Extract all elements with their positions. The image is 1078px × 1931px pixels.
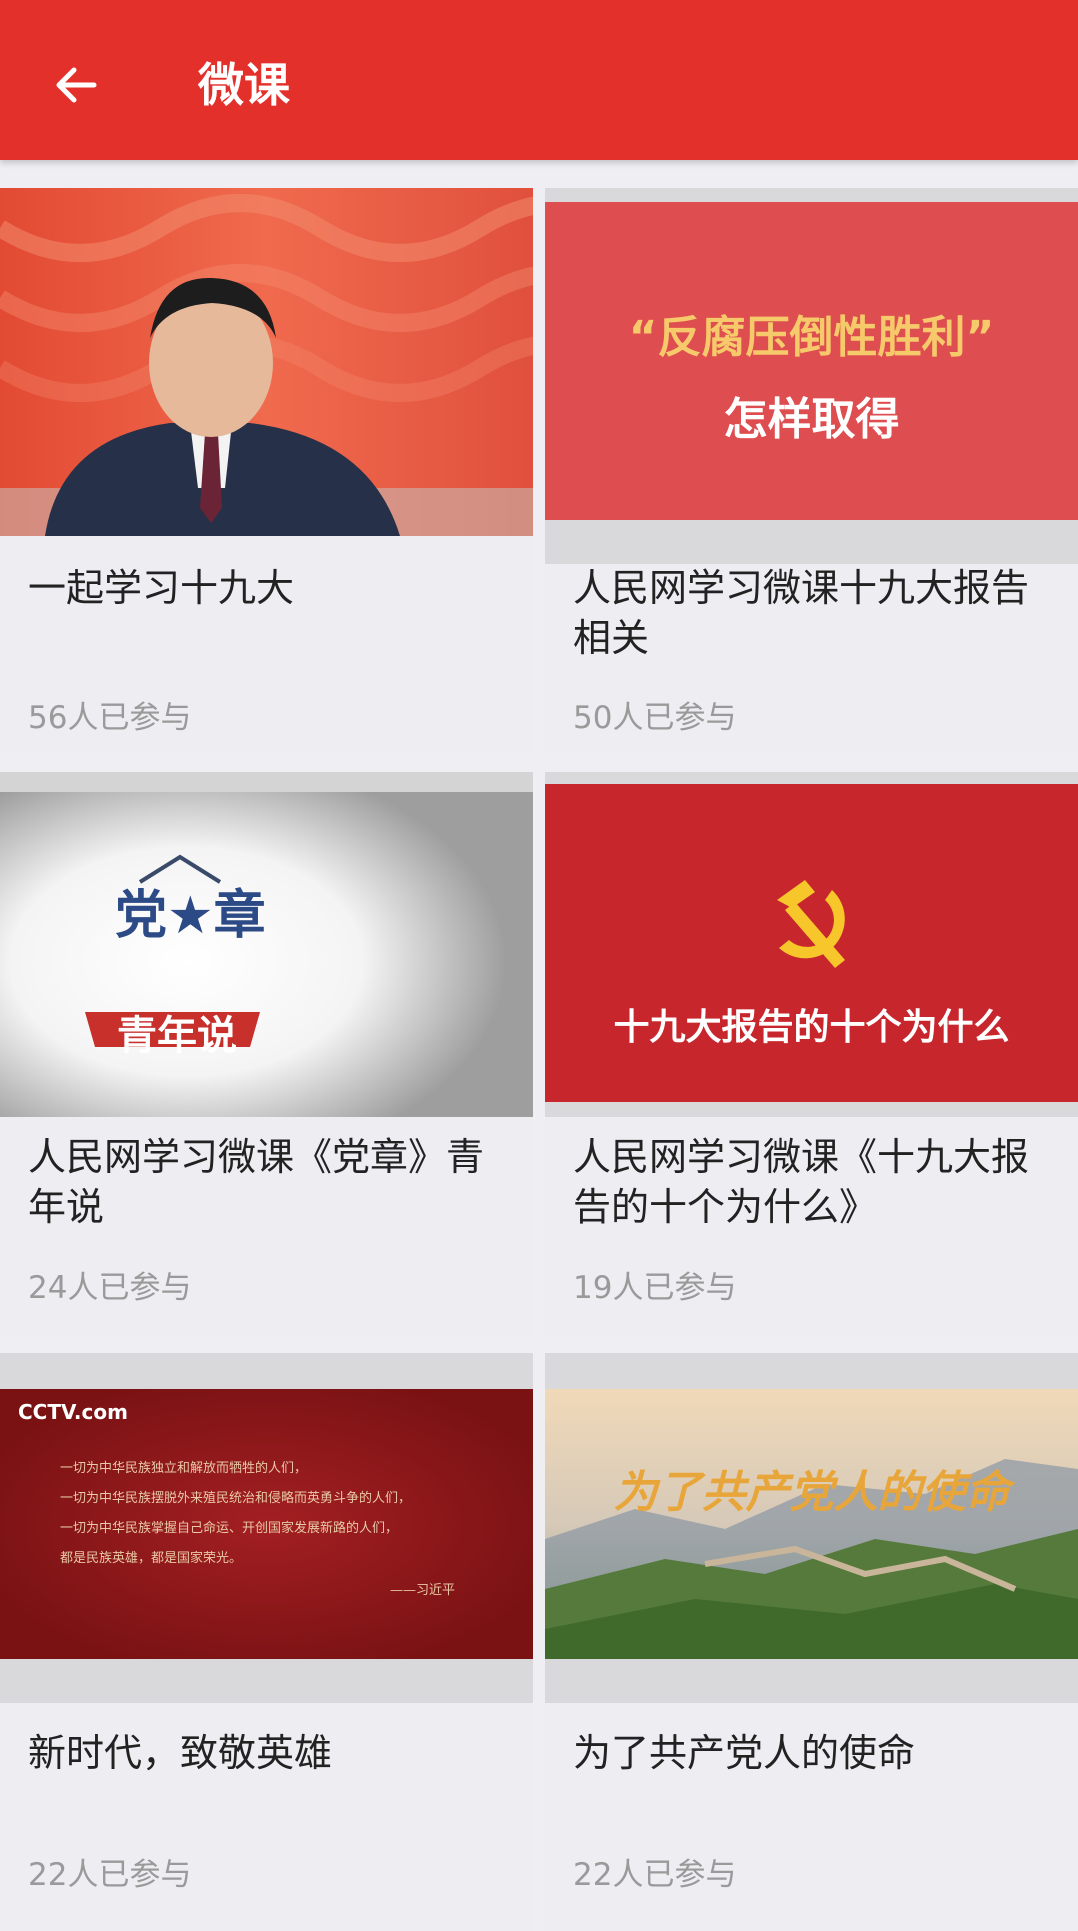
- participant-count: 19人已参与: [573, 1270, 737, 1306]
- course-card[interactable]: CCTV.com 一切为中华民族独立和解放而牺牲的人们， 一切为中华民族摆脱外来…: [0, 1353, 533, 1931]
- course-title: 人民网学习微课《十九大报告的十个为什么》: [573, 1135, 1030, 1229]
- quote-line: 一切为中华民族独立和解放而牺牲的人们，: [60, 1461, 308, 1476]
- quote-line: 都是民族英雄，都是国家荣光。: [60, 1551, 243, 1566]
- arrow-left-icon: [56, 67, 97, 103]
- page-title: 微课: [198, 58, 290, 112]
- course-card[interactable]: 为了共产党人的使命 为了共产党人的使命 22人已参与: [545, 1353, 1078, 1931]
- course-thumbnail: CCTV.com 一切为中华民族独立和解放而牺牲的人们， 一切为中华民族摆脱外来…: [0, 1353, 533, 1703]
- course-thumbnail: [0, 188, 533, 536]
- course-title: 人民网学习微课十九大报告相关: [573, 566, 1030, 660]
- course-thumbnail: “反腐压倒性胜利” 怎样取得: [545, 188, 1078, 564]
- course-grid: 一起学习十九大 56人已参与 “反腐压倒性胜利” 怎样取得 人民网学习微课十九大…: [0, 160, 1078, 1931]
- app-bar: 微课: [0, 0, 1078, 160]
- course-thumbnail: 十九大报告的十个为什么: [545, 772, 1078, 1117]
- participant-count: 22人已参与: [28, 1857, 192, 1893]
- course-title: 新时代，致敬英雄: [28, 1731, 333, 1775]
- hammer-sickle-icon: [777, 880, 845, 968]
- quote-line: 一切为中华民族掌握自己命运、开创国家发展新路的人们，: [60, 1521, 399, 1536]
- thumbnail-text: 怎样取得: [723, 394, 900, 445]
- course-title: 一起学习十九大: [28, 566, 295, 610]
- participant-count: 22人已参与: [573, 1857, 737, 1893]
- cctv-logo: CCTV.com: [18, 1400, 128, 1424]
- course-card[interactable]: 十九大报告的十个为什么 人民网学习微课《十九大报告的十个为什么》 19人已参与: [545, 772, 1078, 1335]
- course-card[interactable]: 党★章 青年说 人民网学习微课《党章》青年说 24人已参与: [0, 772, 533, 1335]
- course-thumbnail: 为了共产党人的使命: [545, 1353, 1078, 1703]
- thumbnail-title: 为了共产党人的使命: [613, 1467, 1010, 1518]
- participant-count: 50人已参与: [573, 700, 737, 736]
- thumbnail-caption: 十九大报告的十个为什么: [613, 1007, 1010, 1048]
- thumbnail-logo-text: 党★章: [115, 886, 266, 946]
- participant-count: 56人已参与: [28, 700, 192, 736]
- course-card[interactable]: 一起学习十九大 56人已参与: [0, 188, 533, 753]
- course-title: 为了共产党人的使命: [573, 1731, 916, 1775]
- quote-signature: ——习近平: [390, 1583, 456, 1598]
- thumbnail-logo-ribbon: 青年说: [117, 1013, 237, 1059]
- thumbnail-text: “反腐压倒性胜利”: [628, 312, 995, 363]
- back-button[interactable]: [40, 50, 110, 120]
- course-card[interactable]: “反腐压倒性胜利” 怎样取得 人民网学习微课十九大报告相关 50人已参与: [545, 188, 1078, 753]
- course-title: 人民网学习微课《党章》青年说: [28, 1135, 485, 1229]
- quote-line: 一切为中华民族摆脱外来殖民统治和侵略而英勇斗争的人们，: [60, 1491, 412, 1506]
- course-thumbnail: 党★章 青年说: [0, 772, 533, 1117]
- participant-count: 24人已参与: [28, 1270, 192, 1306]
